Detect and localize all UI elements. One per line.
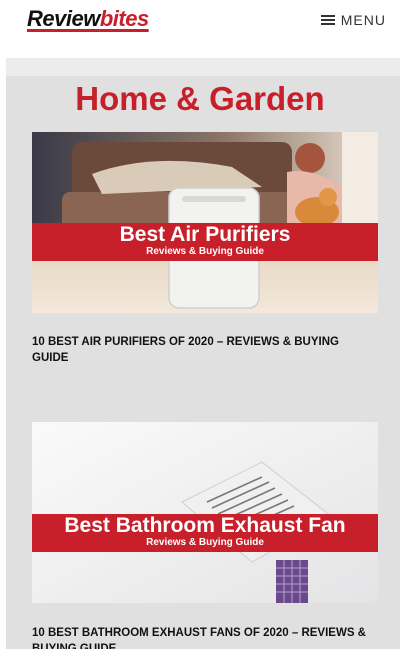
main-content: Home & Garden Best Air Purifiers Reviews…	[6, 58, 400, 649]
post-title-link[interactable]: 10 BEST BATHROOM EXHAUST FANS OF 2020 – …	[32, 625, 378, 649]
post-title-link[interactable]: 10 BEST AIR PURIFIERS OF 2020 – REVIEWS …	[32, 334, 378, 366]
banner-title: Best Air Purifiers	[119, 223, 291, 246]
banner-subtitle: Reviews & Buying Guide	[146, 246, 264, 257]
banner-subtitle: Reviews & Buying Guide	[146, 537, 264, 548]
post-banner: Best Air Purifiers Reviews & Buying Guid…	[32, 223, 378, 261]
page-title: Home & Garden	[75, 80, 325, 117]
menu-button[interactable]: MENU	[320, 12, 386, 28]
post-card: Best Air Purifiers Reviews & Buying Guid…	[32, 132, 378, 364]
logo-text-accent: bites	[99, 6, 149, 31]
post-thumbnail-air-purifier[interactable]: Best Air Purifiers Reviews & Buying Guid…	[32, 132, 378, 313]
post-card: Best Bathroom Exhaust Fan Reviews & Buyi…	[32, 422, 378, 649]
exhaust-fan-image	[32, 422, 378, 603]
post-thumbnail-exhaust-fan[interactable]: Best Bathroom Exhaust Fan Reviews & Buyi…	[32, 422, 378, 603]
site-header: Reviewbites MENU	[0, 0, 400, 58]
site-logo[interactable]: Reviewbites	[27, 6, 149, 32]
menu-label: MENU	[340, 12, 386, 28]
post-banner: Best Bathroom Exhaust Fan Reviews & Buyi…	[32, 514, 378, 552]
hamburger-icon	[320, 15, 335, 25]
content-top-band	[6, 58, 400, 76]
logo-text-main: Review	[27, 6, 100, 31]
banner-title: Best Bathroom Exhaust Fan	[64, 514, 346, 537]
